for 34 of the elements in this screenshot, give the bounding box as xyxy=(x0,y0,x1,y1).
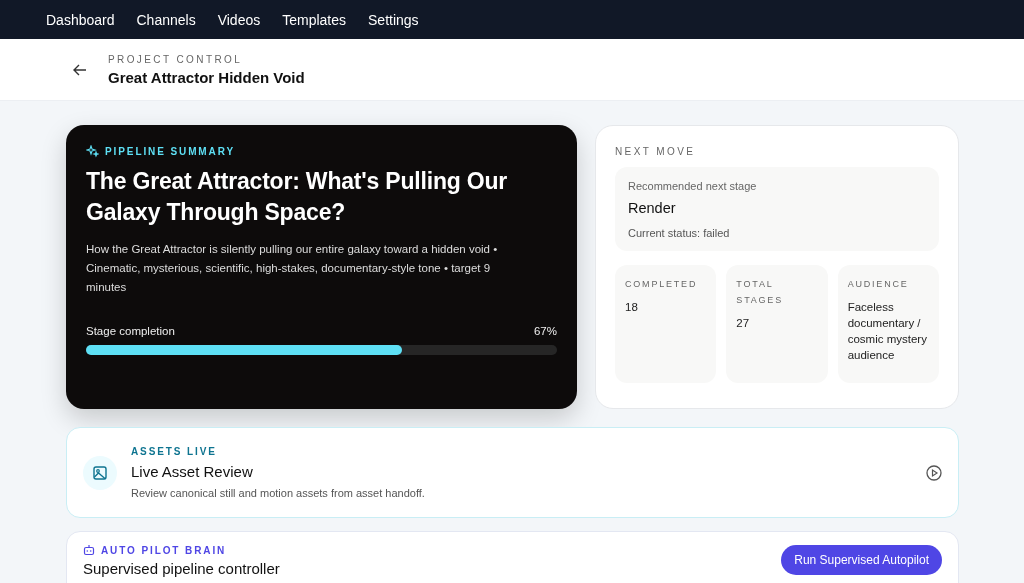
asset-review-card[interactable]: ASSETS LIVE Live Asset Review Review canonical still and motion assets from asset handoff. xyxy=(66,427,959,518)
page-eyebrow: PROJECT CONTROL xyxy=(108,53,244,65)
stat-label: AUDIENCE xyxy=(847,278,910,291)
card-title: Live Asset Review xyxy=(131,463,254,480)
page-title: Great Attractor Hidden Void xyxy=(108,68,305,86)
recommend-label: Recommended next stage xyxy=(628,180,758,192)
nav-link[interactable]: Dashboard xyxy=(46,11,115,28)
image-icon xyxy=(83,455,117,490)
stage-name: Render xyxy=(628,200,677,216)
status-text: Current status: failed xyxy=(628,227,731,239)
stat-value: Faceless documentary / cosmic mystery audience xyxy=(847,300,928,363)
stat-label: COMPLETED xyxy=(625,278,699,291)
sparkle-icon xyxy=(86,145,99,158)
stat-value: 18 xyxy=(625,300,639,315)
stat-label: TOTAL STAGES xyxy=(736,278,784,307)
summary-description: How the Great Attractor is silently pulling our entire galaxy toward a hidden void • Cinematic, mysterious, scientific, high-stakes, documentary-style tone • target 9 minutes xyxy=(86,242,499,295)
progress-reading: 67% xyxy=(533,325,557,337)
stat-value: 27 xyxy=(736,316,751,331)
card-eyebrow: ASSETS LIVE xyxy=(131,446,218,457)
card-description: Review canonical still and motion assets from asset handoff. xyxy=(131,487,426,499)
card-eyebrow: AUTO PILOT BRAIN xyxy=(101,544,227,556)
card-eyebrow: NEXT MOVE xyxy=(615,146,697,157)
card-title: Supervised pipeline controller xyxy=(83,560,280,577)
progress-label: Stage completion xyxy=(86,325,175,337)
nav-link[interactable]: Channels xyxy=(136,11,196,28)
summary-title: The Great Attractor: What's Pulling Our Galaxy Through Space? xyxy=(86,167,509,227)
nav-link[interactable]: Videos xyxy=(217,11,261,28)
card-eyebrow: PIPELINE SUMMARY xyxy=(105,146,236,157)
run-autopilot-button[interactable]: Run Supervised Autopilot xyxy=(781,545,942,575)
play-icon[interactable] xyxy=(926,464,942,481)
nav-link[interactable]: Settings xyxy=(368,11,419,28)
back-arrow-icon[interactable] xyxy=(73,63,87,76)
robot-icon xyxy=(83,544,95,556)
nav-link[interactable]: Templates xyxy=(282,11,347,28)
